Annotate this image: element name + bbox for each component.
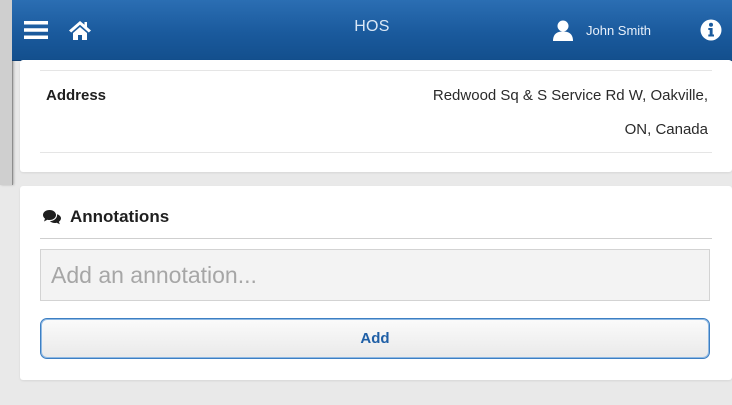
user-icon: [553, 20, 573, 41]
address-value: Redwood Sq & S Service Rd W, Oakville, O…: [433, 79, 708, 147]
address-line-1: Redwood Sq & S Service Rd W, Oakville,: [432, 87, 708, 104]
user-menu[interactable]: John Smith: [552, 0, 651, 60]
top-app-bar: HOS John Smith: [12, 0, 732, 61]
address-label: Address: [46, 87, 107, 104]
address-card: Address Redwood Sq & S Service Rd W, Oak…: [20, 60, 732, 172]
divider: [40, 238, 712, 239]
divider: [40, 152, 712, 153]
annotations-header: Annotations: [42, 207, 169, 227]
comments-icon: [43, 210, 61, 225]
annotations-card: Annotations Add: [20, 186, 732, 380]
divider: [40, 70, 712, 71]
info-button[interactable]: [696, 0, 726, 60]
address-line-2: ON, Canada: [624, 121, 708, 138]
info-icon: [700, 19, 722, 41]
annotation-input[interactable]: [40, 249, 710, 301]
user-name: John Smith: [586, 22, 652, 38]
add-annotation-button[interactable]: Add: [40, 318, 710, 359]
annotations-title: Annotations: [70, 207, 170, 226]
